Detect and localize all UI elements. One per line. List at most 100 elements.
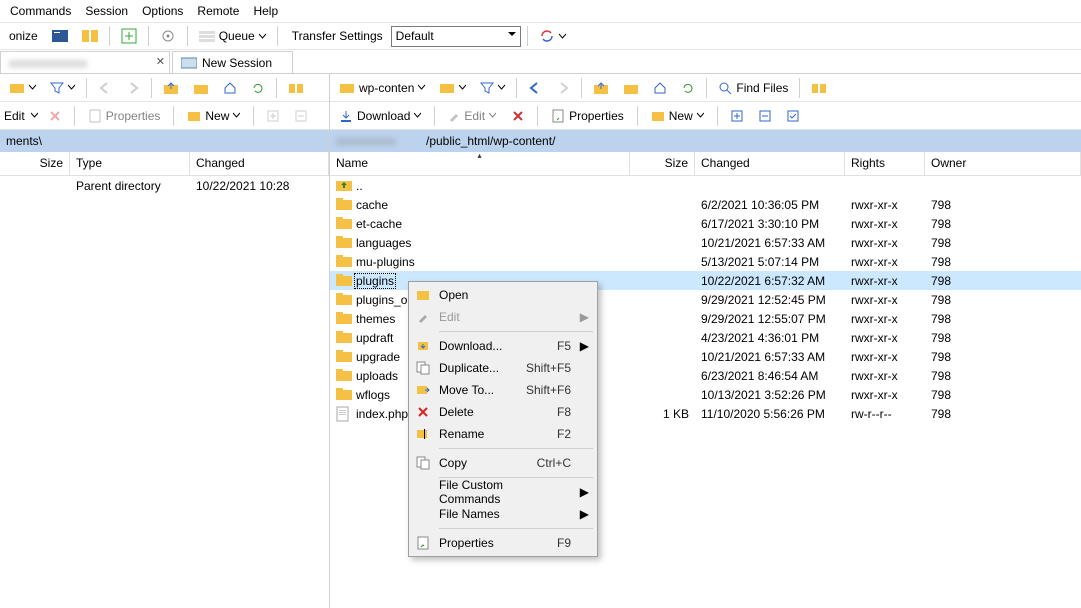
folder-icon (336, 216, 352, 232)
open-icon (415, 287, 431, 303)
remote-root-icon[interactable] (618, 77, 644, 99)
find-files-button[interactable]: Find Files (713, 77, 793, 99)
preferences-icon[interactable] (155, 25, 181, 47)
home-icon[interactable] (218, 77, 242, 99)
refresh-both-icon[interactable] (534, 25, 571, 47)
delete-icon (44, 105, 66, 127)
list-item[interactable]: Parent directory10/22/2021 10:28 (0, 176, 329, 195)
file-icon (336, 406, 352, 422)
menu-commands[interactable]: Commands (4, 2, 77, 20)
remote-drive-icon[interactable] (434, 77, 471, 99)
folder-icon (336, 387, 352, 403)
menu-item-delete[interactable]: DeleteF8 (411, 401, 595, 423)
local-list-header: Size Type Changed (0, 152, 329, 176)
remote-filter-icon[interactable] (475, 77, 510, 99)
menu-item-file-names[interactable]: File Names▶ (411, 503, 595, 525)
list-item[interactable]: cache6/2/2021 10:36:05 PMrwxr-xr-x798 (330, 195, 1081, 214)
menu-remote[interactable]: Remote (191, 2, 245, 20)
menu-item-edit: Edit▶ (411, 306, 595, 328)
folder-icon (336, 273, 352, 289)
drive-combo[interactable] (4, 77, 41, 99)
folder-icon (336, 330, 352, 346)
col-owner[interactable]: Owner (925, 152, 1081, 175)
menu-item-open[interactable]: Open (411, 284, 595, 306)
menu-item-rename[interactable]: RenameF2 (411, 423, 595, 445)
sync-dirs-icon[interactable] (283, 77, 309, 99)
download-button[interactable]: Download (334, 105, 426, 127)
menu-help[interactable]: Help (247, 2, 284, 20)
remote-home-icon[interactable] (648, 77, 672, 99)
menu-item-properties[interactable]: PropertiesF9 (411, 532, 595, 554)
list-item[interactable]: .. (330, 176, 1081, 195)
col-size[interactable]: Size (630, 152, 695, 175)
local-file-list[interactable]: Parent directory10/22/2021 10:28 (0, 176, 329, 608)
list-item[interactable]: mu-plugins5/13/2021 5:07:14 PMrwxr-xr-x7… (330, 252, 1081, 271)
separator (277, 26, 278, 46)
remote-delete-icon[interactable] (507, 105, 529, 127)
remote-back-icon[interactable] (523, 77, 547, 99)
remote-edit-button[interactable]: Edit (443, 105, 501, 127)
menu-session[interactable]: Session (79, 2, 134, 20)
remote-sync-dirs-icon[interactable] (806, 77, 832, 99)
menu-item-copy[interactable]: CopyCtrl+C (411, 452, 595, 474)
menu-item-download[interactable]: Download...F5▶ (411, 335, 595, 357)
folder-icon (336, 368, 352, 384)
remote-dir-combo[interactable]: wp-conten (334, 77, 430, 99)
tab-new-session[interactable]: New Session (172, 51, 293, 73)
console-icon[interactable] (47, 25, 73, 47)
col-name[interactable]: ▴Name (330, 152, 630, 175)
copy-icon (415, 455, 431, 471)
back-icon (93, 77, 117, 99)
expand-all-icon[interactable] (726, 105, 748, 127)
remote-list-header: ▴Name Size Changed Rights Owner (330, 152, 1081, 176)
duplicate-icon (415, 360, 431, 376)
rename-icon (415, 426, 431, 442)
folder-icon (336, 292, 352, 308)
queue-label: Queue (219, 29, 255, 43)
remote-path-bar: xxxxxxxxxx/public_html/wp-content/ (330, 130, 1081, 152)
properties-button: Properties (83, 105, 166, 127)
transfer-settings-combo[interactable]: Default (391, 26, 521, 47)
forward-icon (121, 77, 145, 99)
synchronize-button[interactable]: onize (4, 25, 43, 47)
sync-browse-icon[interactable] (116, 25, 142, 47)
new-button[interactable]: New (182, 105, 245, 127)
remote-properties-button[interactable]: Properties (546, 105, 629, 127)
menu-item-move-to[interactable]: Move To...Shift+F6 (411, 379, 595, 401)
tab-active-session[interactable]: xxxxxxxxxxxxx ✕ (0, 51, 170, 73)
edit-button-partial[interactable]: Edit (4, 109, 25, 123)
list-item[interactable]: et-cache6/17/2021 3:30:10 PMrwxr-xr-x798 (330, 214, 1081, 233)
parent-dir-icon[interactable] (158, 77, 184, 99)
remote-parent-icon[interactable] (588, 77, 614, 99)
col-rights[interactable]: Rights (845, 152, 925, 175)
menu-separator (439, 331, 593, 332)
up-folder-icon (336, 178, 352, 194)
filter-icon[interactable] (45, 77, 80, 99)
folder-icon (336, 311, 352, 327)
col-type[interactable]: Type (70, 152, 190, 175)
session-tabs: xxxxxxxxxxxxx ✕ New Session (0, 50, 1081, 74)
local-path-bar: ments\ (0, 130, 329, 152)
select-all-icon[interactable] (782, 105, 804, 127)
remote-forward-icon (551, 77, 575, 99)
refresh-icon[interactable] (246, 77, 270, 99)
local-pane: Edit Properties New ments\ Size Type Cha… (0, 74, 330, 608)
collapse-all-icon[interactable] (754, 105, 776, 127)
menu-item-duplicate[interactable]: Duplicate...Shift+F5 (411, 357, 595, 379)
two-pane-icon[interactable] (77, 25, 103, 47)
menu-item-file-custom-commands[interactable]: File Custom Commands▶ (411, 481, 595, 503)
root-dir-icon[interactable] (188, 77, 214, 99)
menu-separator (439, 448, 593, 449)
col-changed[interactable]: Changed (190, 152, 329, 175)
queue-button[interactable]: Queue (194, 25, 271, 47)
col-changed[interactable]: Changed (695, 152, 845, 175)
remote-new-button[interactable]: New (646, 105, 709, 127)
folder-icon (336, 254, 352, 270)
menu-separator (439, 528, 593, 529)
remote-refresh-icon[interactable] (676, 77, 700, 99)
close-icon[interactable]: ✕ (156, 55, 165, 68)
col-size[interactable]: Size (0, 152, 70, 175)
menu-options[interactable]: Options (136, 2, 189, 20)
delete-icon (415, 404, 431, 420)
list-item[interactable]: languages10/21/2021 6:57:33 AMrwxr-xr-x7… (330, 233, 1081, 252)
